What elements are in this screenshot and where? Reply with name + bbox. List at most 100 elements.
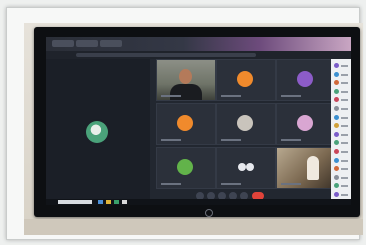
participant-list-avatar [334,131,339,137]
browser-tab[interactable] [100,40,122,47]
participant-name-label [161,139,181,141]
participant-tile[interactable] [216,103,276,145]
participant-list-item[interactable] [334,157,348,164]
browser-address-bar [46,51,351,59]
participant-list-name [341,142,348,145]
participant-list-name [341,82,348,85]
participant-list-item[interactable] [334,149,348,155]
participant-name-label [221,139,241,141]
participant-list-avatar [334,140,339,146]
participant-list-item[interactable] [334,166,348,172]
participant-list-item[interactable] [334,71,348,78]
self-view-panel [46,59,150,205]
participant-list-name [341,108,348,110]
participant-list-name [341,65,348,67]
participant-avatar [177,159,193,175]
os-taskbar [46,199,351,205]
participant-list-item[interactable] [334,88,348,95]
browser-tab-bar [46,37,351,51]
browser-tab[interactable] [76,40,98,47]
taskbar-search[interactable] [58,200,92,204]
participant-video [157,60,215,100]
participant-tile[interactable] [156,59,216,101]
participant-name-label [161,95,181,97]
participant-list-item[interactable] [334,106,348,112]
participant-tile[interactable] [276,147,336,189]
participant-list-item[interactable] [334,63,348,69]
participant-list-item[interactable] [334,131,348,138]
photo-scene [24,23,363,235]
participant-grid [156,59,336,191]
participant-list-name [341,133,348,136]
browser-tab[interactable] [52,40,74,47]
person-head [179,69,192,84]
participant-list-name [341,176,348,179]
participant-list-avatar [334,63,339,68]
participant-tile[interactable] [276,59,336,101]
participants-panel [331,59,351,205]
participant-list-item[interactable] [334,183,348,189]
participant-avatar [177,115,193,131]
participant-list-item[interactable] [334,80,348,86]
desk-surface [24,219,363,235]
participant-avatar [237,115,253,131]
participant-list-avatar [334,71,339,77]
participant-list-item[interactable] [334,123,348,129]
participant-name-label [281,139,301,141]
participant-avatar [237,71,253,87]
participant-list-name [341,116,348,119]
participant-tile[interactable] [276,103,336,145]
participant-list-avatar [334,157,339,163]
participant-list-avatar [334,166,339,172]
photo-frame [6,7,363,240]
participant-list-avatar [334,183,339,189]
participant-list-name [341,194,348,196]
participant-video [277,148,335,188]
participant-list-name [341,73,348,76]
avatar-dot [238,163,246,171]
participant-list-avatar [334,106,339,111]
address-field[interactable] [76,53,256,57]
participant-list-avatar [334,88,339,94]
participant-avatar [297,115,313,131]
participant-list-name [341,90,348,93]
participant-name-label [161,183,181,185]
participant-list-name [341,185,348,188]
participant-list-avatar [334,123,339,129]
participant-list-name [341,99,348,102]
participant-list-item[interactable] [334,192,348,198]
self-avatar [86,121,108,143]
avatar-dot [246,163,254,171]
pair-avatar-icon [238,163,254,171]
participant-list-item[interactable] [334,140,348,146]
participant-avatar [297,71,313,87]
participant-name-label [221,95,241,97]
participant-tile[interactable] [156,147,216,189]
taskbar-app-icon[interactable] [98,200,103,204]
participant-list-name [341,125,348,128]
monitor-power-icon [205,209,213,217]
participant-name-label [281,95,301,97]
monitor-screen [46,37,351,205]
participant-list-avatar [334,149,339,154]
participant-list-avatar [334,97,339,103]
taskbar-app-icon[interactable] [114,200,119,204]
participant-tile[interactable] [216,59,276,101]
person-figure [307,156,319,180]
participant-list-item[interactable] [334,114,348,121]
participant-list-name [341,168,348,171]
participant-list-avatar [334,114,339,120]
participant-name-label [281,183,301,185]
participant-tile[interactable] [216,147,276,189]
participant-list-avatar [334,80,339,86]
person-body [170,84,202,100]
participant-list-item[interactable] [334,97,348,103]
participant-list-avatar [334,192,339,197]
monitor [34,27,360,217]
taskbar-app-icon[interactable] [106,200,111,204]
participant-name-label [221,183,241,185]
taskbar-app-icon[interactable] [122,200,127,204]
participant-tile[interactable] [156,103,216,145]
participant-list-item[interactable] [334,174,348,181]
participant-list-name [341,151,348,153]
